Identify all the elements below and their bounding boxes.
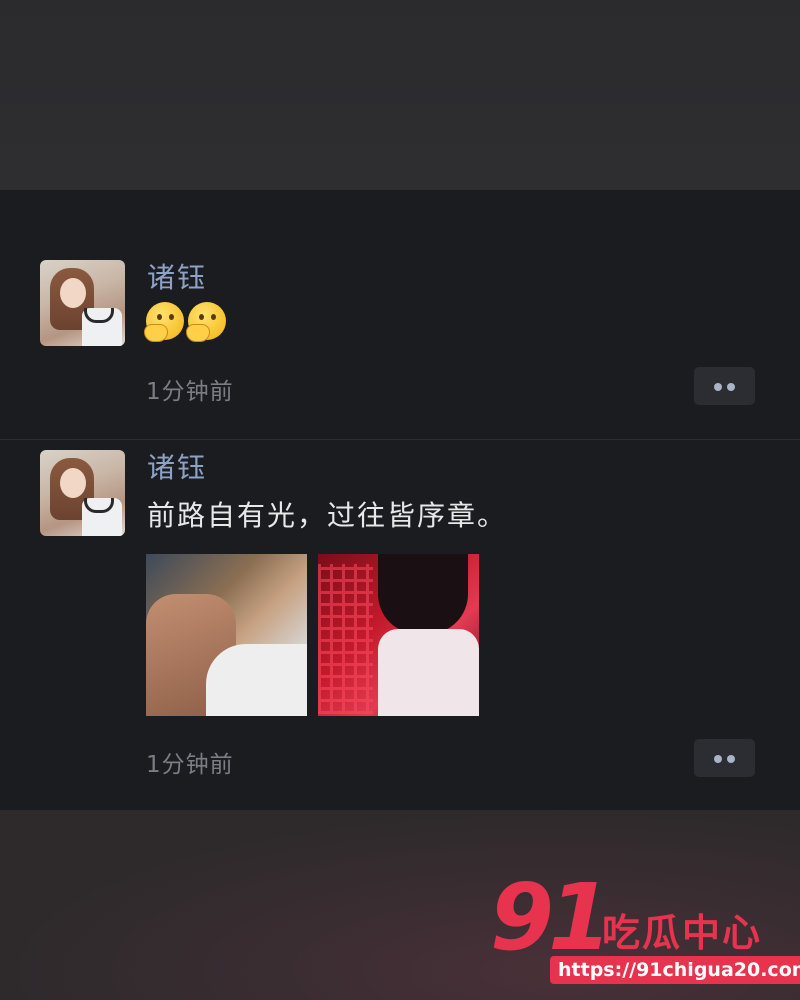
post-timestamp: 1分钟前 xyxy=(146,752,234,778)
watermark-number: 91 xyxy=(490,864,612,971)
post-timestamp: 1分钟前 xyxy=(146,379,234,405)
more-dots-icon xyxy=(714,755,722,763)
hand-over-mouth-face-emoji-icon xyxy=(144,302,184,342)
post-more-button[interactable] xyxy=(694,739,755,777)
top-backdrop xyxy=(0,0,800,190)
feed-post: 诸钰 前路自有光，过往皆序章。 1分钟前 xyxy=(0,440,800,810)
post-author-name[interactable]: 诸钰 xyxy=(147,446,207,486)
post-author-name[interactable]: 诸钰 xyxy=(147,256,207,296)
post-photo[interactable] xyxy=(318,554,479,716)
more-dots-icon xyxy=(714,383,722,391)
watermark-name: 吃瓜中心 xyxy=(602,911,763,955)
feed-post: 诸钰 1分钟前 xyxy=(0,250,800,440)
post-photo[interactable] xyxy=(146,554,307,716)
avatar[interactable] xyxy=(40,260,125,346)
post-content-emoji xyxy=(144,302,230,344)
moments-feed: 诸钰 1分钟前 诸钰 前路自有光，过往皆序章。 1分钟前 xyxy=(0,190,800,810)
post-text: 前路自有光，过往皆序章。 xyxy=(147,499,508,532)
hand-over-mouth-face-emoji-icon xyxy=(186,302,226,342)
avatar[interactable] xyxy=(40,450,125,536)
post-more-button[interactable] xyxy=(694,367,755,405)
site-watermark: 91 吃瓜中心 https://91chigua20.com xyxy=(490,864,800,990)
watermark-url: https://91chigua20.com xyxy=(550,956,800,984)
